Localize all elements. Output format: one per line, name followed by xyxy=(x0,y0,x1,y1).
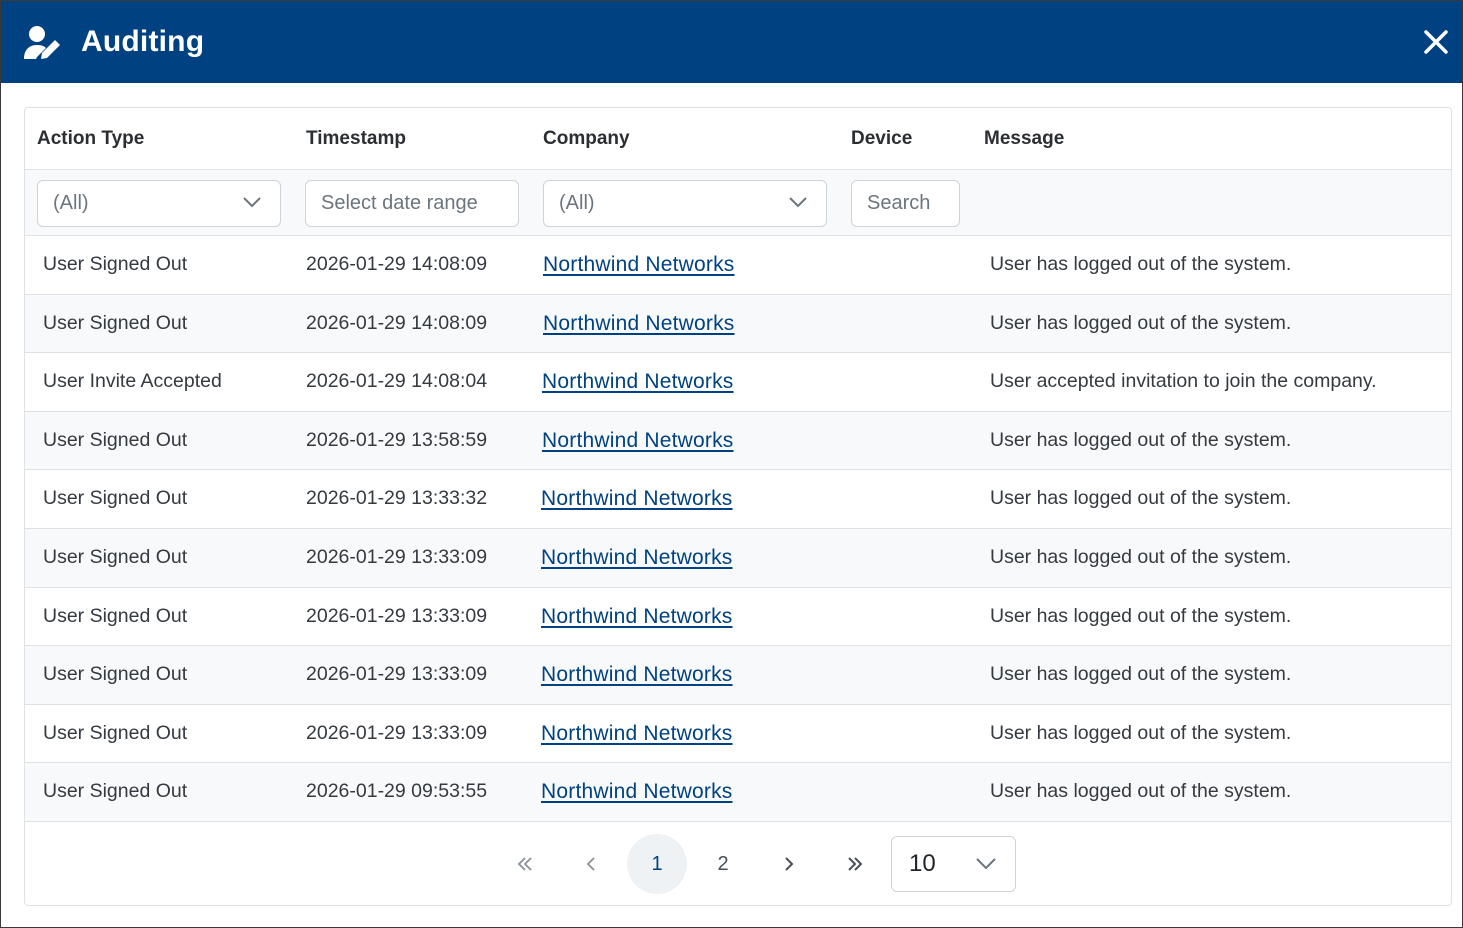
cell-message: User has logged out of the system. xyxy=(990,780,1292,803)
cell-message: User accepted invitation to join the com… xyxy=(990,370,1377,393)
cell-message: User has logged out of the system. xyxy=(990,721,1292,744)
column-header-company[interactable]: Company xyxy=(543,128,630,150)
table-row[interactable]: User Signed Out 2026-01-29 13:33:09 Nort… xyxy=(25,587,1451,647)
first-page-button[interactable] xyxy=(495,834,555,894)
device-search-input[interactable]: Search xyxy=(851,180,960,227)
column-header-message[interactable]: Message xyxy=(984,128,1064,150)
cell-message: User has logged out of the system. xyxy=(990,311,1292,334)
cell-message: User has logged out of the system. xyxy=(990,604,1292,627)
cell-action-type: User Signed Out xyxy=(43,311,188,334)
page-button-2[interactable]: 2 xyxy=(693,834,753,894)
cell-action-type: User Signed Out xyxy=(43,663,188,686)
table-row[interactable]: User Signed Out 2026-01-29 13:33:09 Nort… xyxy=(25,646,1451,705)
company-link[interactable]: Northwind Networks xyxy=(541,705,733,762)
cell-timestamp: 2026-01-29 14:08:09 xyxy=(306,311,488,334)
cell-action-type: User Signed Out xyxy=(43,545,188,568)
cell-action-type: User Signed Out xyxy=(43,253,188,275)
chevron-down-icon xyxy=(976,858,996,870)
cell-action-type: User Invite Accepted xyxy=(43,370,222,393)
cell-action-type: User Signed Out xyxy=(43,428,188,451)
company-link[interactable]: Northwind Networks xyxy=(541,588,733,645)
company-link[interactable]: Northwind Networks xyxy=(542,353,734,410)
company-link[interactable]: Northwind Networks xyxy=(541,529,733,586)
cell-message: User has logged out of the system. xyxy=(990,487,1292,510)
cell-timestamp: 2026-01-29 13:33:09 xyxy=(306,604,488,627)
filter-row: (All) Select date range (All) Search xyxy=(25,170,1451,236)
column-header-action-type[interactable]: Action Type xyxy=(37,128,144,150)
cell-message: User has logged out of the system. xyxy=(990,545,1292,568)
table-row[interactable]: User Signed Out 2026-01-29 13:33:09 Nort… xyxy=(25,704,1451,764)
cell-timestamp: 2026-01-29 13:33:09 xyxy=(306,721,488,744)
close-icon[interactable] xyxy=(1419,25,1453,59)
cell-action-type: User Signed Out xyxy=(43,780,188,803)
audit-grid: Action Type Timestamp Company Device Mes… xyxy=(24,107,1452,906)
device-search-placeholder: Search xyxy=(867,192,931,214)
last-page-button[interactable] xyxy=(825,834,885,894)
timestamp-filter-placeholder: Select date range xyxy=(321,192,478,214)
page-size-value: 10 xyxy=(909,850,936,877)
table-row[interactable]: User Signed Out 2026-01-29 13:58:59 Nort… xyxy=(25,411,1451,471)
cell-timestamp: 2026-01-29 14:08:09 xyxy=(306,253,488,275)
cell-timestamp: 2026-01-29 13:33:09 xyxy=(306,663,488,686)
action-type-filter-value: (All) xyxy=(53,192,89,214)
table-row[interactable]: User Signed Out 2026-01-29 13:33:32 Nort… xyxy=(25,470,1451,529)
chevron-down-icon xyxy=(243,197,261,208)
page-size-select[interactable]: 10 xyxy=(891,836,1016,892)
chevron-left-icon xyxy=(586,857,595,871)
company-link[interactable]: Northwind Networks xyxy=(542,412,734,469)
table-row[interactable]: User Invite Accepted 2026-01-29 14:08:04… xyxy=(25,353,1451,412)
dialog-title: Auditing xyxy=(81,25,205,58)
user-edit-icon xyxy=(24,26,60,59)
company-link[interactable]: Northwind Networks xyxy=(541,646,733,703)
column-header-device[interactable]: Device xyxy=(851,128,912,150)
dialog-titlebar: Auditing xyxy=(1,1,1462,83)
company-link[interactable]: Northwind Networks xyxy=(543,295,735,352)
table-row[interactable]: User Signed Out 2026-01-29 09:53:55 Nort… xyxy=(25,763,1451,822)
chevrons-left-icon xyxy=(517,857,532,871)
cell-timestamp: 2026-01-29 14:08:04 xyxy=(306,370,488,393)
company-filter[interactable]: (All) xyxy=(543,180,827,227)
cell-message: User has logged out of the system. xyxy=(990,428,1292,451)
cell-timestamp: 2026-01-29 13:58:59 xyxy=(306,428,488,451)
chevrons-right-icon xyxy=(848,857,863,871)
page-button-1[interactable]: 1 xyxy=(627,834,687,894)
table-row[interactable]: User Signed Out 2026-01-29 14:08:09 Nort… xyxy=(25,294,1451,354)
company-link[interactable]: Northwind Networks xyxy=(541,763,733,820)
cell-timestamp: 2026-01-29 13:33:32 xyxy=(306,487,488,510)
next-page-button[interactable] xyxy=(759,834,819,894)
auditing-dialog: Auditing Action Type Timestamp Company D… xyxy=(0,0,1463,928)
company-filter-value: (All) xyxy=(559,192,595,214)
prev-page-button[interactable] xyxy=(561,834,621,894)
timestamp-filter[interactable]: Select date range xyxy=(305,180,519,227)
pager: 1 2 10 xyxy=(25,822,1451,905)
company-link[interactable]: Northwind Networks xyxy=(543,236,735,293)
grid-body: User Signed Out 2026-01-29 14:08:09 Nort… xyxy=(25,236,1451,822)
grid-header: Action Type Timestamp Company Device Mes… xyxy=(25,108,1451,170)
cell-action-type: User Signed Out xyxy=(43,721,188,744)
chevron-down-icon xyxy=(789,197,807,208)
cell-action-type: User Signed Out xyxy=(43,487,188,510)
table-row[interactable]: User Signed Out 2026-01-29 13:33:09 Nort… xyxy=(25,528,1451,588)
column-header-timestamp[interactable]: Timestamp xyxy=(306,128,406,150)
cell-timestamp: 2026-01-29 13:33:09 xyxy=(306,545,488,568)
cell-timestamp: 2026-01-29 09:53:55 xyxy=(306,780,488,803)
cell-message: User has logged out of the system. xyxy=(990,253,1292,275)
cell-message: User has logged out of the system. xyxy=(990,663,1292,686)
chevron-right-icon xyxy=(785,857,794,871)
company-link[interactable]: Northwind Networks xyxy=(541,470,733,527)
action-type-filter[interactable]: (All) xyxy=(37,180,281,227)
cell-action-type: User Signed Out xyxy=(43,604,188,627)
table-row[interactable]: User Signed Out 2026-01-29 14:08:09 Nort… xyxy=(25,236,1451,295)
